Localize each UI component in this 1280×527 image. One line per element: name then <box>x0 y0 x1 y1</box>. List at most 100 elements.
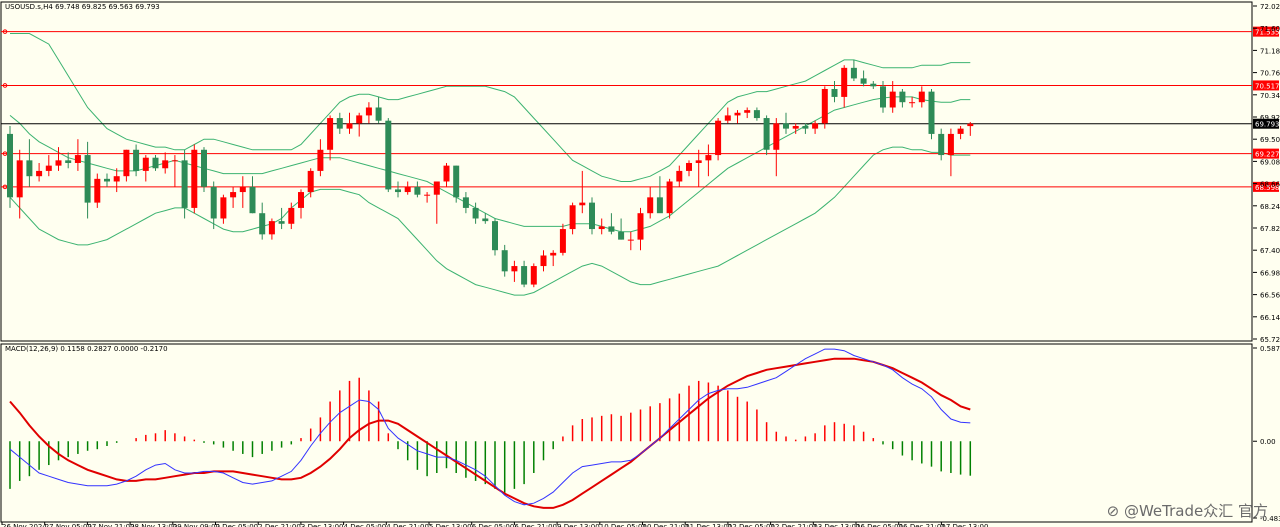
candle-body <box>753 110 760 119</box>
time-tick-label: 29 Nov 09:00 <box>173 523 220 527</box>
candle-body <box>724 115 731 121</box>
candle-body <box>695 160 702 163</box>
candle-body <box>298 192 304 208</box>
candle-body <box>278 221 285 224</box>
candle-body <box>123 149 130 177</box>
price-tick-label: 72.020 <box>1260 3 1280 11</box>
candle-body <box>492 221 498 251</box>
candle-body <box>850 67 857 79</box>
candle-body <box>472 207 479 219</box>
price-tick-label: 69.500 <box>1260 136 1280 144</box>
candle-body <box>268 221 275 235</box>
candle-body <box>45 165 52 171</box>
candle-body <box>656 197 663 214</box>
time-tick-label: 27 Nov 05:00 <box>45 523 92 527</box>
candle-body <box>589 202 595 230</box>
candle-body <box>55 160 62 166</box>
candle-body <box>65 160 72 163</box>
candle-body <box>7 133 13 198</box>
candle-body <box>84 155 91 203</box>
time-tick-label: 6 Dec 05:00 <box>472 523 515 527</box>
price-tick-label: 68.240 <box>1260 203 1280 211</box>
candle-body <box>821 88 828 124</box>
candle-body <box>773 123 780 150</box>
candle-body <box>104 178 110 182</box>
time-tick-label: 26 Nov 2024 <box>2 523 47 527</box>
macd-tick-label: 0.5872 <box>1260 345 1280 353</box>
candle-body <box>860 78 867 84</box>
candle-body <box>637 213 644 240</box>
price-tick-label: 68.660 <box>1260 181 1280 189</box>
time-tick-label: 2 Dec 05:00 <box>216 523 259 527</box>
time-tick-label: 27 Nov 21:00 <box>87 523 134 527</box>
candle-body <box>715 120 722 156</box>
candle-body <box>559 229 566 253</box>
candle-body <box>880 86 886 108</box>
candle-body <box>210 186 217 219</box>
candle-body <box>395 189 401 193</box>
price-tick-label: 67.400 <box>1260 247 1280 255</box>
candle-body <box>550 252 557 256</box>
candle-body <box>94 178 101 203</box>
candle-body <box>404 186 411 193</box>
candle-body <box>598 226 605 230</box>
macd-line <box>9 348 971 506</box>
candle-body <box>385 120 392 190</box>
candle-body <box>433 181 440 195</box>
candle-body <box>16 160 23 198</box>
macd-header: MACD(12,26,9) 0.1158 0.2827 0.0000 -0.21… <box>5 345 168 353</box>
candle-body <box>414 186 421 195</box>
candle-body <box>288 207 295 224</box>
time-tick-label: 9 Dec 13:00 <box>557 523 600 527</box>
candle-body <box>239 186 246 193</box>
candle-body <box>462 197 469 208</box>
candle-body <box>181 160 188 208</box>
candle-body <box>443 165 450 182</box>
candle-body <box>327 118 334 150</box>
time-tick-label: 11 Dec 13:00 <box>685 523 732 527</box>
candle-body <box>453 165 460 198</box>
candle-body <box>26 160 33 177</box>
candle-body <box>113 176 120 182</box>
price-tick-label: 71.180 <box>1260 47 1280 55</box>
candle-body <box>763 118 770 150</box>
time-tick-label: 6 Dec 21:00 <box>514 523 557 527</box>
time-tick-label: 5 Dec 13:00 <box>429 523 472 527</box>
bollinger-lower <box>9 146 971 296</box>
candle-body <box>336 118 343 129</box>
candle-body <box>365 107 372 116</box>
candle-body <box>899 91 906 103</box>
candle-body <box>36 170 43 177</box>
candle-body <box>356 115 363 124</box>
candlestick-chart: USOUSD.s,H4 69.748 69.825 69.563 69.793 … <box>0 1 1280 527</box>
candle-body <box>142 157 149 171</box>
candle-body <box>259 213 266 235</box>
candle-body <box>792 125 799 129</box>
candle-body <box>647 197 654 214</box>
candle-body <box>501 250 508 272</box>
candle-body <box>870 83 877 87</box>
candle-body <box>802 125 809 129</box>
candle-body <box>191 149 198 208</box>
candle-body <box>220 197 227 219</box>
price-tick-label: 69.920 <box>1260 114 1280 122</box>
candle-body <box>947 133 954 156</box>
time-tick-label: 4 Dec 05:00 <box>344 523 387 527</box>
candle-body <box>133 149 140 171</box>
price-tick-label: 67.820 <box>1260 225 1280 233</box>
candle-body <box>511 266 518 272</box>
time-tick-label: 12 Dec 05:00 <box>728 523 775 527</box>
candle-body <box>162 160 169 169</box>
candle-body <box>676 170 683 182</box>
candle-body <box>608 226 615 232</box>
price-tick-label: 70.340 <box>1260 92 1280 100</box>
candle-body <box>686 162 692 171</box>
candle-body <box>967 123 974 127</box>
candle-body <box>201 149 207 187</box>
price-tick-label: 65.720 <box>1260 336 1280 344</box>
candle-body <box>744 110 751 113</box>
macd-signal-line <box>9 357 971 509</box>
candle-body <box>627 239 634 241</box>
time-tick-label: 16 Dec 05:00 <box>856 523 903 527</box>
time-tick-label: 2 Dec 21:00 <box>258 523 301 527</box>
